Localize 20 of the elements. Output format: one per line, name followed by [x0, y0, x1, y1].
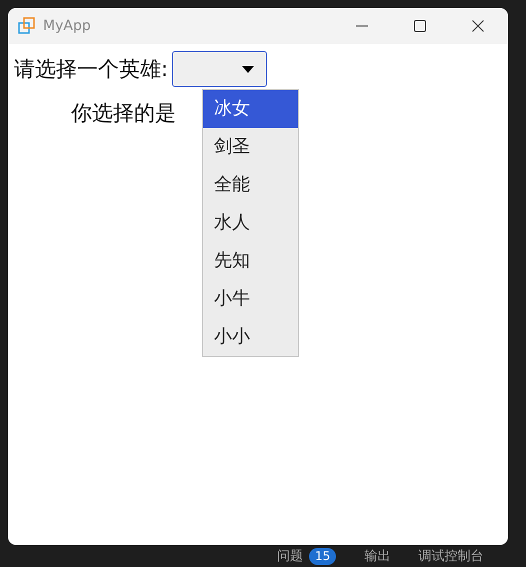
dropdown-option[interactable]: 水人 — [203, 204, 298, 242]
maximize-icon[interactable] — [414, 20, 426, 32]
dropdown-option[interactable]: 全能 — [203, 166, 298, 204]
panel-tab[interactable]: 问题 — [277, 547, 303, 565]
count-badge: 15 — [309, 548, 336, 564]
panel-tab[interactable]: 调试控制台 — [418, 547, 484, 565]
close-icon[interactable] — [472, 20, 484, 32]
hero-dropdown[interactable] — [172, 51, 268, 87]
app-icon — [18, 17, 36, 35]
dropdown-option[interactable]: 小牛 — [203, 280, 298, 318]
window-title: MyApp — [43, 18, 91, 34]
panel-tab[interactable]: 输出 — [364, 547, 390, 565]
result-label: 你选择的是 — [71, 100, 176, 127]
minimize-icon[interactable] — [356, 25, 368, 27]
dropdown-option[interactable]: 冰女 — [203, 90, 298, 128]
caret-icon — [242, 66, 254, 72]
hero-prompt-label: 请选择一个英雄: — [14, 56, 168, 83]
dropdown-option[interactable]: 剑圣 — [203, 128, 298, 166]
dropdown-option[interactable]: 小小 — [203, 318, 298, 356]
dropdown-option[interactable]: 先知 — [203, 242, 298, 280]
